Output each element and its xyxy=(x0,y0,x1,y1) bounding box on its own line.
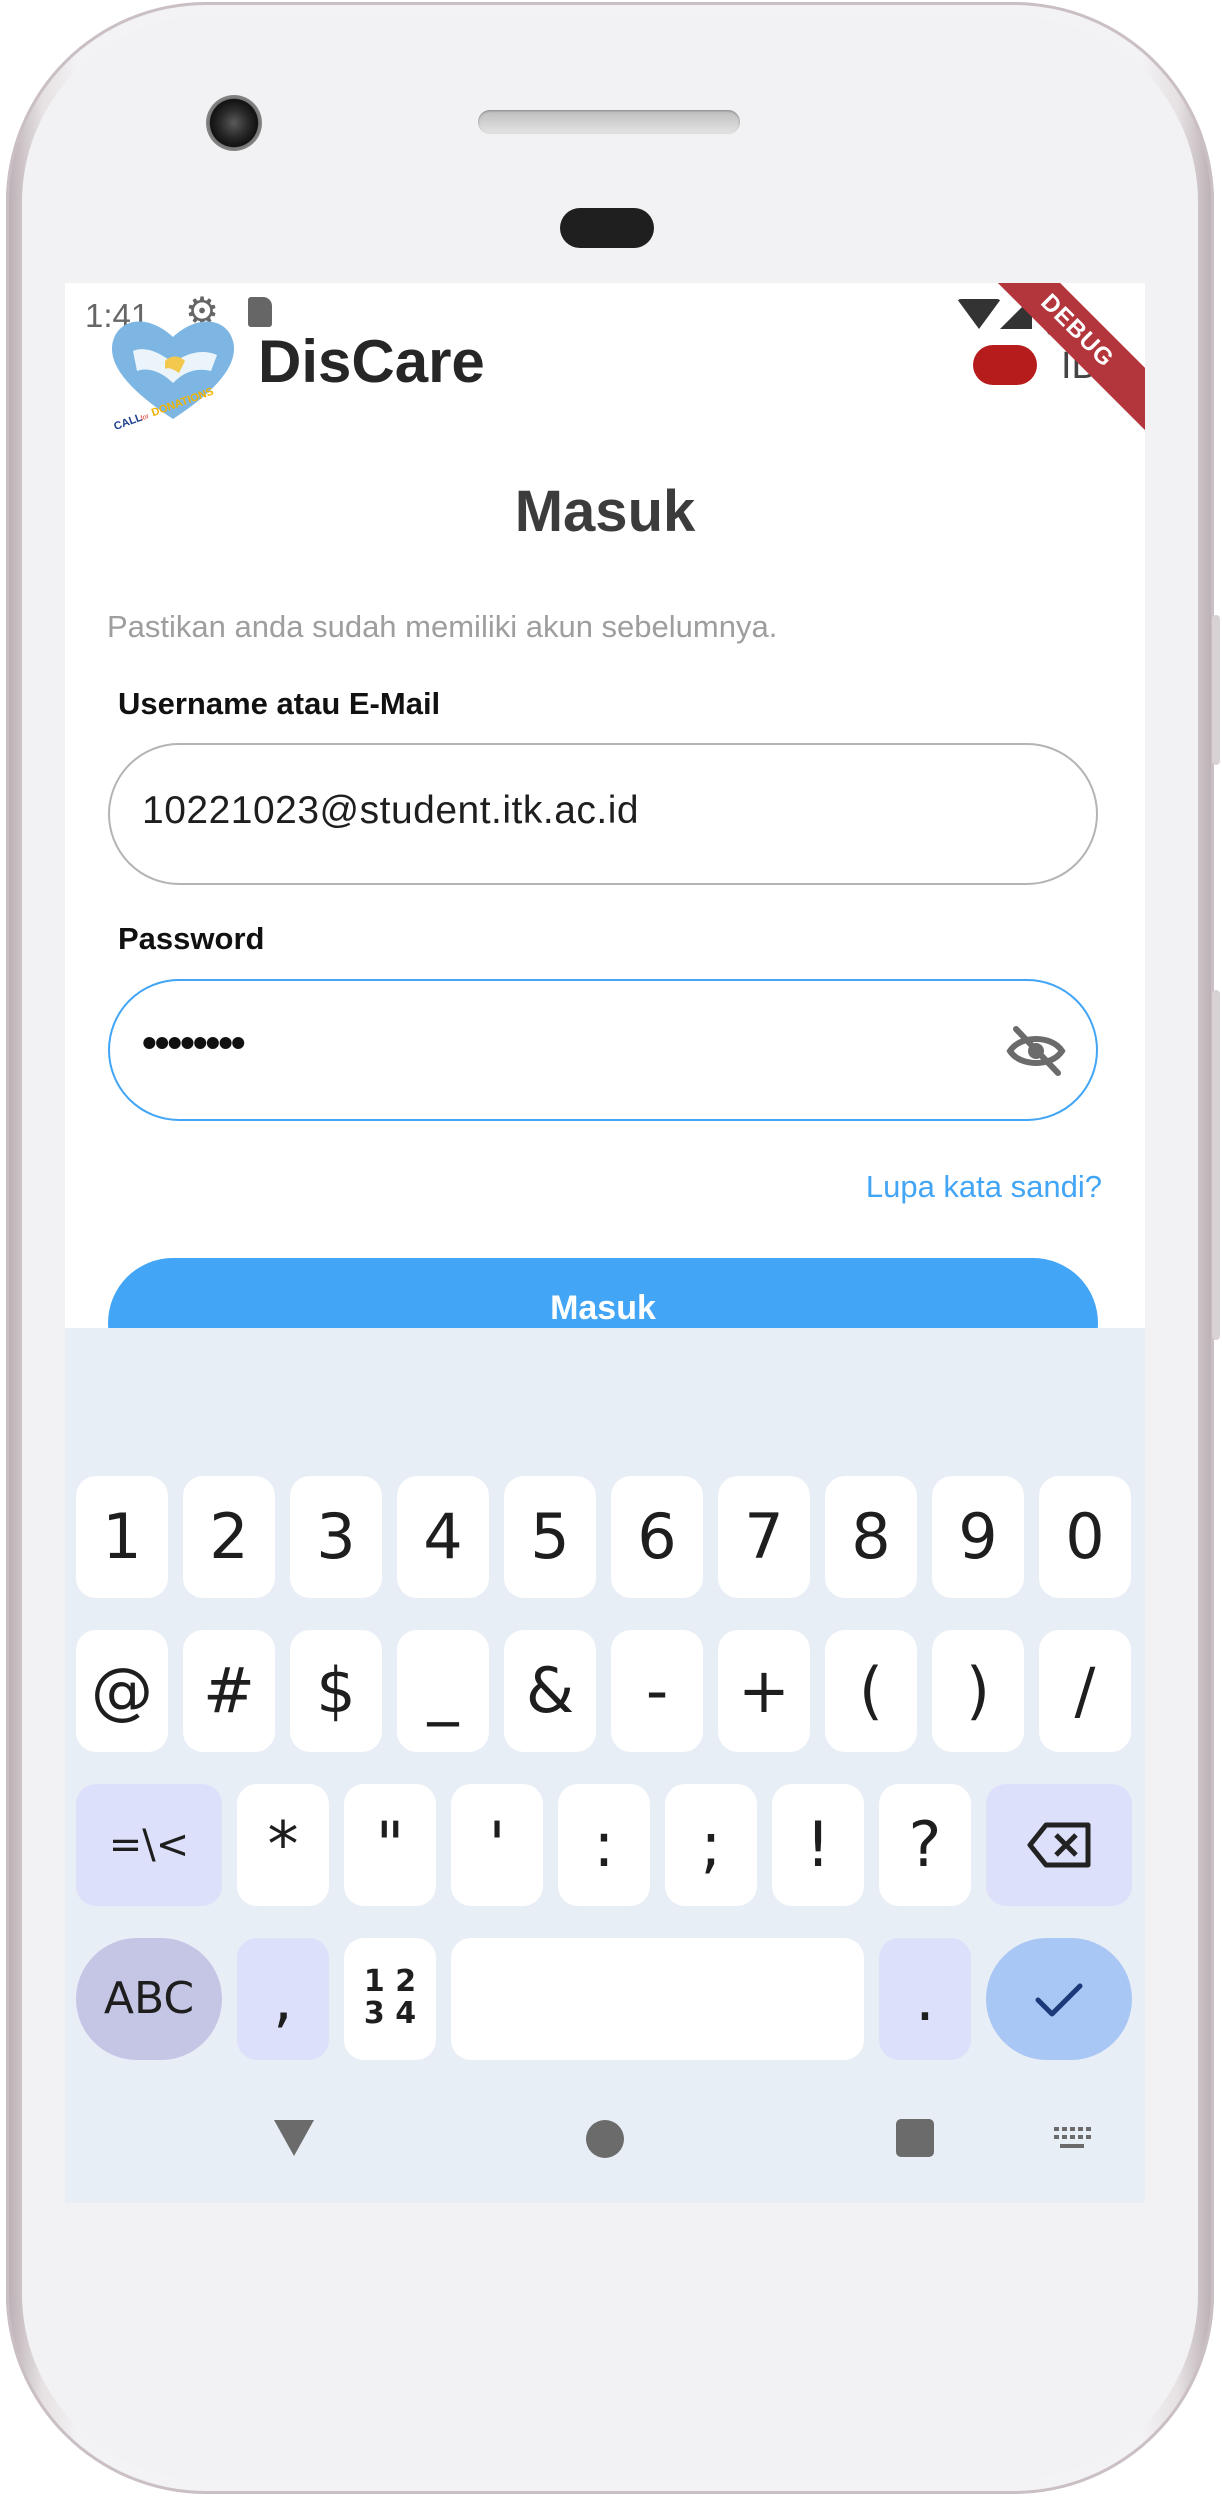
key-space[interactable] xyxy=(451,1938,864,2060)
key-9[interactable]: 9 xyxy=(932,1476,1024,1598)
speaker-grille xyxy=(478,110,740,134)
page-title: Masuk xyxy=(514,479,696,544)
password-field[interactable]: •••••••• xyxy=(108,979,1098,1121)
key-4[interactable]: 4 xyxy=(397,1476,489,1598)
key-exclamation[interactable]: ! xyxy=(772,1784,864,1906)
password-label: Password xyxy=(118,921,265,956)
app-title: DisCare xyxy=(258,328,485,395)
key-0[interactable]: 0 xyxy=(1039,1476,1131,1598)
back-icon[interactable] xyxy=(274,2120,314,2156)
forgot-password-link[interactable]: Lupa kata sandi? xyxy=(866,1169,1102,1205)
key-2[interactable]: 2 xyxy=(183,1476,275,1598)
on-screen-keyboard: 1 2 3 4 5 6 7 8 9 0 @ # $ _ & - + ( ) / … xyxy=(65,1328,1145,2203)
key-dollar[interactable]: $ xyxy=(290,1630,382,1752)
key-colon[interactable]: : xyxy=(558,1784,650,1906)
proximity-sensor xyxy=(560,208,654,248)
password-value: •••••••• xyxy=(142,1019,246,1066)
key-period[interactable]: . xyxy=(879,1938,971,2060)
key-semicolon[interactable]: ; xyxy=(665,1784,757,1906)
key-comma[interactable]: , xyxy=(237,1938,329,2060)
svg-text:CALL: CALL xyxy=(112,412,144,431)
svg-text:for: for xyxy=(140,413,151,423)
key-minus[interactable]: - xyxy=(611,1630,703,1752)
volume-button xyxy=(1212,615,1220,765)
key-single-quote[interactable]: ' xyxy=(451,1784,543,1906)
username-field[interactable]: 10221023@student.itk.ac.id xyxy=(108,743,1098,885)
username-label: Username atau E-Mail xyxy=(118,686,441,721)
key-6[interactable]: 6 xyxy=(611,1476,703,1598)
login-subtitle: Pastikan anda sudah memiliki akun sebelu… xyxy=(107,609,778,644)
key-1[interactable]: 1 xyxy=(76,1476,168,1598)
key-5[interactable]: 5 xyxy=(504,1476,596,1598)
key-underscore[interactable]: _ xyxy=(397,1630,489,1752)
key-abc[interactable]: ABC xyxy=(76,1938,222,2060)
screen: 1:41 ⚙ CALL for DONATIONS DisCare ID DEB… xyxy=(65,283,1145,2203)
language-toggle[interactable] xyxy=(973,345,1037,385)
key-plus[interactable]: + xyxy=(718,1630,810,1752)
home-icon[interactable] xyxy=(586,2120,624,2158)
front-camera xyxy=(206,95,262,151)
key-at[interactable]: @ xyxy=(76,1630,168,1752)
key-3[interactable]: 3 xyxy=(290,1476,382,1598)
key-numpad[interactable]: 1 2 3 4 xyxy=(344,1938,436,2060)
key-double-quote[interactable]: " xyxy=(344,1784,436,1906)
backspace-icon xyxy=(1027,1822,1091,1868)
key-ampersand[interactable]: & xyxy=(504,1630,596,1752)
key-question[interactable]: ? xyxy=(879,1784,971,1906)
key-open-paren[interactable]: ( xyxy=(825,1630,917,1752)
key-symbols-more[interactable]: =\< xyxy=(76,1784,222,1906)
key-close-paren[interactable]: ) xyxy=(932,1630,1024,1752)
username-value: 10221023@student.itk.ac.id xyxy=(142,789,640,832)
power-button xyxy=(1212,990,1220,1340)
key-asterisk[interactable]: * xyxy=(237,1784,329,1906)
key-7[interactable]: 7 xyxy=(718,1476,810,1598)
navigation-bar xyxy=(65,2103,1145,2203)
keyboard-switch-icon[interactable] xyxy=(1052,2125,1092,2153)
key-done[interactable] xyxy=(986,1938,1132,2060)
discare-logo: CALL for DONATIONS xyxy=(111,321,235,431)
key-hash[interactable]: # xyxy=(183,1630,275,1752)
visibility-off-icon[interactable] xyxy=(1006,1023,1066,1079)
key-8[interactable]: 8 xyxy=(825,1476,917,1598)
key-backspace[interactable] xyxy=(986,1784,1132,1906)
app-header: CALL for DONATIONS DisCare ID xyxy=(65,283,1145,433)
key-slash[interactable]: / xyxy=(1039,1630,1131,1752)
recent-apps-icon[interactable] xyxy=(896,2119,934,2157)
check-icon xyxy=(1035,1983,1083,2017)
